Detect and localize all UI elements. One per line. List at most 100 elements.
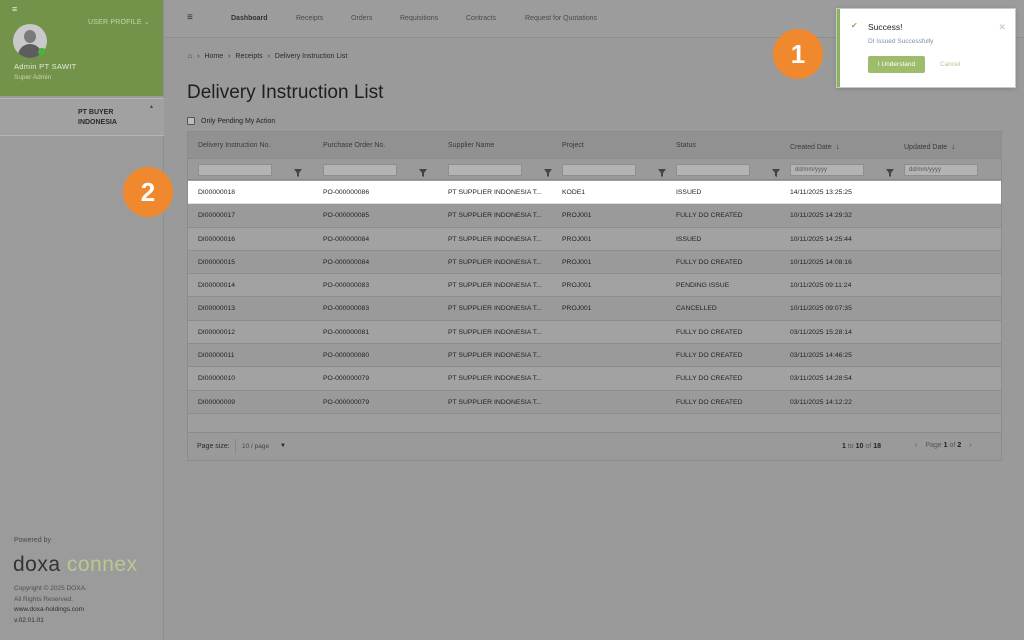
nav-orders[interactable]: Orders bbox=[351, 15, 372, 22]
version-text: v.02.01.01 bbox=[14, 616, 44, 624]
table-cell[interactable]: DI00000010 bbox=[198, 375, 235, 382]
rights-text: All Rights Reserved. bbox=[14, 595, 73, 603]
table-cell[interactable]: DI00000013 bbox=[198, 305, 235, 312]
caret-down-icon: ▼ bbox=[280, 443, 286, 449]
filter-input[interactable] bbox=[198, 164, 272, 176]
nav-requisitions[interactable]: Requisitions bbox=[400, 15, 438, 22]
prev-page-icon[interactable]: ‹ bbox=[915, 442, 917, 449]
table-cell[interactable]: DI00000016 bbox=[198, 236, 235, 243]
copyright-block: Copyright © 2025 DOXA. All Rights Reserv… bbox=[14, 584, 87, 626]
table-cell: PROJ001 bbox=[562, 212, 592, 220]
table-cell[interactable]: DI00000018 bbox=[198, 189, 235, 196]
i-understand-button[interactable]: I Understand bbox=[868, 56, 925, 73]
table-cell: PO-000000079 bbox=[323, 398, 370, 406]
filter-funnel-icon[interactable] bbox=[657, 165, 667, 177]
filter-funnel-icon[interactable] bbox=[293, 165, 303, 177]
home-icon[interactable]: ⌂ bbox=[188, 53, 192, 60]
table-cell[interactable]: DI00000011 bbox=[198, 352, 235, 359]
col-po-no[interactable]: Purchase Order No. bbox=[323, 142, 385, 149]
table-row[interactable]: DI00000012 PO-000000081 PT SUPPLIER INDONE… bbox=[188, 320, 1001, 345]
sort-down-icon: ↓ bbox=[951, 142, 956, 151]
nav-rfq[interactable]: Request for Quotations bbox=[525, 15, 597, 22]
table-cell[interactable]: DI00000017 bbox=[198, 212, 235, 219]
col-created-date[interactable]: Created Date ↓ bbox=[790, 142, 840, 151]
next-page-icon[interactable]: › bbox=[969, 442, 971, 449]
brand-logo: doxa connex bbox=[13, 553, 138, 576]
online-status-icon bbox=[38, 48, 46, 56]
table-header: Delivery Instruction No. Purchase Order … bbox=[188, 132, 1001, 158]
filter-input[interactable] bbox=[448, 164, 522, 176]
table-row[interactable]: DI00000009 PO-000000079 PT SUPPLIER INDONE… bbox=[188, 390, 1001, 414]
table-row[interactable]: DI00000011 PO-000000080 PT SUPPLIER INDONE… bbox=[188, 344, 1001, 368]
table-cell: KODE1 bbox=[562, 189, 586, 196]
pending-filter[interactable]: Only Pending My Action bbox=[187, 117, 275, 125]
nav-receipts[interactable]: Receipts bbox=[296, 15, 323, 22]
table-cell: 03/11/2025 15:28:14 bbox=[790, 328, 852, 336]
table-row[interactable]: DI00000015 PO-000000084 PT SUPPLIER INDONE… bbox=[188, 250, 1001, 275]
pending-filter-label: Only Pending My Action bbox=[201, 117, 276, 125]
close-icon[interactable]: ✕ bbox=[998, 22, 1006, 33]
filter-funnel-icon[interactable] bbox=[885, 165, 895, 177]
page-size-select[interactable]: 10 / page ▼ bbox=[235, 439, 291, 454]
cancel-button[interactable]: Cancel bbox=[940, 61, 960, 68]
breadcrumb-receipts[interactable]: Receipts bbox=[235, 53, 262, 60]
filter-funnel-icon[interactable] bbox=[543, 165, 553, 177]
step-badge-2: 2 bbox=[123, 167, 173, 217]
check-icon: ✔ bbox=[851, 21, 858, 30]
col-di-no[interactable]: Delivery Instruction No. bbox=[198, 142, 270, 149]
table-cell: PROJ001 bbox=[562, 282, 592, 290]
table-cell[interactable]: DI00000012 bbox=[198, 329, 235, 336]
table-cell: 10/11/2025 09:07:35 bbox=[790, 305, 852, 313]
table-cell: FULLY DO CREATED bbox=[676, 398, 743, 406]
breadcrumb-home[interactable]: Home bbox=[204, 53, 223, 60]
nav-dashboard[interactable]: Dashboard bbox=[231, 15, 268, 22]
table-cell: 03/11/2025 14:12:22 bbox=[790, 398, 852, 406]
table-cell: 03/11/2025 14:46:25 bbox=[790, 352, 852, 360]
col-updated-date[interactable]: Updated Date ↓ bbox=[904, 142, 955, 151]
filter-input[interactable]: dd/mm/yyyy bbox=[790, 164, 864, 176]
table-cell[interactable]: DI00000015 bbox=[198, 259, 235, 266]
table-cell: ISSUED bbox=[676, 235, 702, 243]
table-cell[interactable]: DI00000014 bbox=[198, 282, 235, 289]
website-link[interactable]: www.doxa-holdings.com bbox=[14, 605, 87, 616]
filter-row: dd/mm/yyyy dd/mm/yyyy bbox=[188, 158, 1001, 180]
step-badge-1: 1 bbox=[773, 29, 823, 79]
table-row[interactable]: DI00000017 PO-000000085 PT SUPPLIER INDONE… bbox=[188, 204, 1001, 228]
filter-input[interactable] bbox=[323, 164, 397, 176]
col-project[interactable]: Project bbox=[562, 142, 584, 149]
table-row[interactable]: DI00000014 PO-000000083 PT SUPPLIER INDONE… bbox=[188, 274, 1001, 298]
pending-checkbox[interactable] bbox=[187, 117, 195, 125]
table-cell: PROJ001 bbox=[562, 258, 592, 266]
company-selector[interactable]: PT BUYER INDONESIA ▴ bbox=[0, 98, 164, 136]
sidebar-menu-icon[interactable]: ≡ bbox=[12, 4, 17, 14]
table-row[interactable]: DI00000016 PO-000000084 PT SUPPLIER INDONE… bbox=[188, 227, 1001, 251]
sort-down-icon: ↓ bbox=[835, 142, 840, 151]
filter-input[interactable] bbox=[562, 164, 636, 176]
table-cell: PO-000000084 bbox=[323, 258, 370, 266]
toast-accent-bar bbox=[837, 9, 840, 87]
success-toast: ✔ Success! ✕ DI Issued Successfully I Un… bbox=[836, 8, 1016, 88]
page-title: Delivery Instruction List bbox=[187, 82, 384, 103]
filter-input[interactable]: dd/mm/yyyy bbox=[904, 164, 978, 176]
table-cell: 10/11/2025 14:29:32 bbox=[790, 212, 852, 220]
user-profile-link[interactable]: USER PROFILE ⌄ bbox=[88, 18, 150, 26]
table-cell: PT SUPPLIER INDONESIA T... bbox=[448, 235, 542, 243]
table-row[interactable]: DI00000010 PO-000000079 PT SUPPLIER INDONE… bbox=[188, 367, 1001, 391]
table-cell: PO-000000085 bbox=[323, 212, 370, 220]
menu-icon[interactable]: ≡ bbox=[187, 12, 193, 23]
table-row[interactable]: DI00000013 PO-000000083 PT SUPPLIER INDONE… bbox=[188, 297, 1001, 321]
table-body: DI00000018 PO-000000086 PT SUPPLIER INDONE… bbox=[188, 181, 1001, 414]
caret-up-icon: ▴ bbox=[150, 104, 154, 110]
table-cell: PT SUPPLIER INDONESIA T... bbox=[448, 305, 542, 313]
col-status[interactable]: Status bbox=[676, 142, 696, 149]
table-cell: PENDING ISSUE bbox=[676, 282, 730, 290]
filter-funnel-icon[interactable] bbox=[771, 165, 781, 177]
table-cell[interactable]: DI00000009 bbox=[198, 399, 235, 406]
table-cell: FULLY DO CREATED bbox=[676, 212, 743, 220]
nav-contracts[interactable]: Contracts bbox=[466, 15, 496, 22]
table-row[interactable]: DI00000018 PO-000000086 PT SUPPLIER INDONE… bbox=[188, 181, 1001, 205]
col-supplier[interactable]: Supplier Name bbox=[448, 142, 494, 149]
table-cell: FULLY DO CREATED bbox=[676, 352, 743, 360]
filter-input[interactable] bbox=[676, 164, 750, 176]
filter-funnel-icon[interactable] bbox=[418, 165, 428, 177]
